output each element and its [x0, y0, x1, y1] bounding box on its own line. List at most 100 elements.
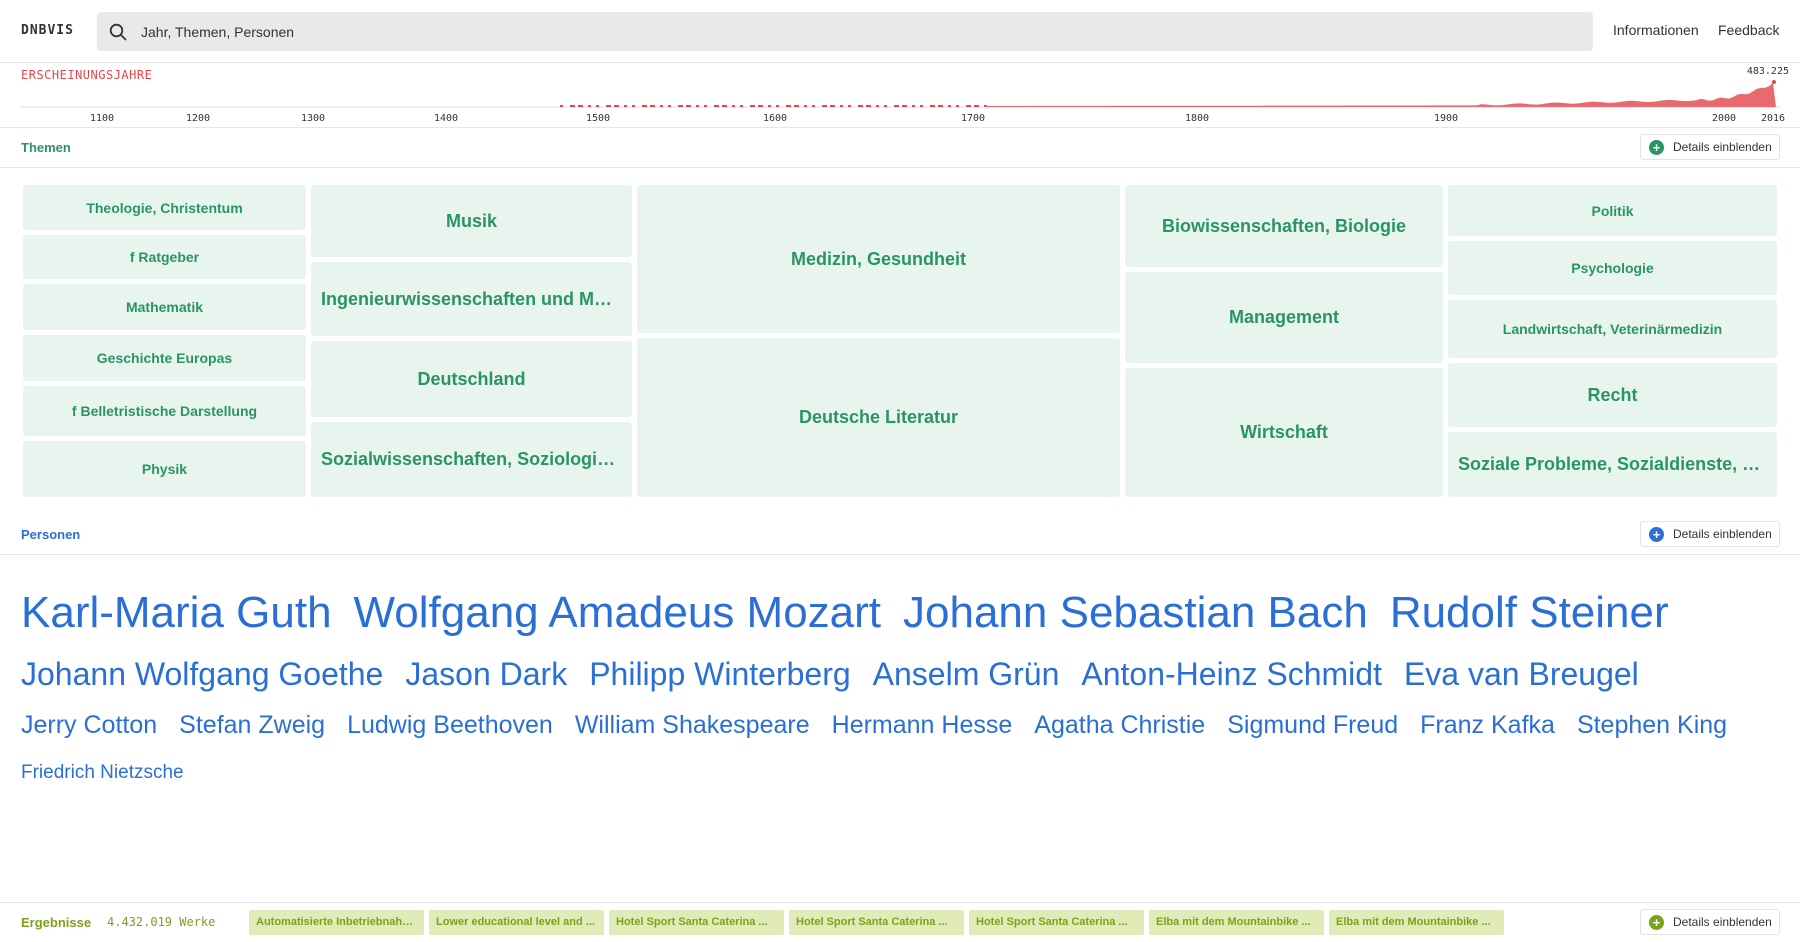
timeline-bar	[786, 105, 791, 107]
timeline-bar	[614, 105, 619, 107]
nav-informationen[interactable]: Informationen	[1613, 22, 1699, 38]
timeline-bar	[884, 105, 887, 107]
person-link[interactable]: Jerry Cotton	[21, 711, 157, 740]
details-label: Details einblenden	[1673, 915, 1772, 929]
theme-tile[interactable]: Medizin, Gesundheit	[637, 185, 1120, 333]
person-link[interactable]: Agatha Christie	[1034, 711, 1205, 740]
person-link[interactable]: Johann Wolfgang Goethe	[21, 656, 383, 693]
plus-circle-icon: +	[1649, 915, 1664, 930]
person-link[interactable]: Karl-Maria Guth	[21, 588, 332, 638]
theme-tile[interactable]: f Ratgeber	[23, 235, 306, 279]
timeline-bar	[660, 105, 663, 107]
timeline-bar	[624, 105, 627, 107]
details-label: Details einblenden	[1673, 140, 1772, 154]
ergebnisse-details-button[interactable]: + Details einblenden	[1640, 909, 1780, 935]
timeline-bar	[578, 105, 583, 107]
result-item[interactable]: Hotel Sport Santa Caterina ...	[609, 910, 784, 935]
search-box[interactable]	[97, 12, 1593, 51]
theme-tile[interactable]: Politik	[1448, 185, 1777, 236]
tick-label: 2016	[1760, 113, 1786, 124]
timeline-bar	[606, 105, 611, 107]
person-link[interactable]: Philipp Winterberg	[589, 656, 850, 693]
timeline-panel[interactable]: ERSCHEINUNGSJAHRE 483.225 1100 1200 1300…	[0, 63, 1800, 128]
timeline-bar	[560, 105, 563, 107]
app-logo[interactable]: DNBVIS	[21, 23, 74, 38]
theme-tile[interactable]: Ingenieurwissenschaften und Maschinenbau	[311, 262, 632, 336]
timeline-bar	[588, 105, 591, 107]
tick-label: 1700	[960, 113, 986, 124]
theme-tile[interactable]: Theologie, Christentum	[23, 185, 306, 230]
personen-header: Personen + Details einblenden	[0, 515, 1800, 555]
timeline-bar	[642, 105, 647, 107]
person-link[interactable]: Stephen King	[1577, 711, 1727, 740]
person-link[interactable]: Eva van Breugel	[1404, 656, 1639, 693]
timeline-area	[985, 82, 1776, 107]
person-link[interactable]: Wolfgang Amadeus Mozart	[354, 588, 881, 638]
personen-details-button[interactable]: + Details einblenden	[1640, 521, 1780, 547]
theme-tile[interactable]: Recht	[1448, 363, 1777, 427]
timeline-title: ERSCHEINUNGSJAHRE	[21, 68, 153, 82]
nav-feedback[interactable]: Feedback	[1718, 22, 1779, 38]
theme-tile[interactable]: Deutsche Literatur	[637, 338, 1120, 497]
search-input[interactable]	[141, 12, 1561, 51]
timeline-histogram[interactable]	[0, 63, 1800, 128]
tick-label: 2000	[1711, 113, 1737, 124]
person-link[interactable]: Johann Sebastian Bach	[903, 588, 1368, 638]
person-link[interactable]: Anselm Grün	[873, 656, 1060, 693]
person-link[interactable]: Sigmund Freud	[1227, 711, 1398, 740]
timeline-bar	[758, 105, 763, 107]
person-link[interactable]: Stefan Zweig	[179, 711, 325, 740]
theme-tile[interactable]: Landwirtschaft, Veterinärmedizin	[1448, 300, 1777, 358]
themen-details-button[interactable]: + Details einblenden	[1640, 134, 1780, 160]
theme-tile[interactable]: Sozialwissenschaften, Soziologie, Anthro…	[311, 422, 632, 497]
timeline-bar	[776, 105, 779, 107]
timeline-max-value: 483.225	[1746, 66, 1789, 77]
theme-tile[interactable]: f Belletristische Darstellung	[23, 386, 306, 436]
result-item[interactable]: Automatisierte Inbetriebnahme	[249, 910, 424, 935]
result-item[interactable]: Elba mit dem Mountainbike ...	[1329, 910, 1504, 935]
tick-label: 1300	[300, 113, 326, 124]
timeline-bar	[596, 105, 599, 107]
person-link[interactable]: Franz Kafka	[1420, 711, 1555, 740]
result-item[interactable]: Elba mit dem Mountainbike ...	[1149, 910, 1324, 935]
timeline-bar	[714, 105, 719, 107]
timeline-bar	[848, 105, 851, 107]
theme-tile[interactable]: Geschichte Europas	[23, 335, 306, 381]
timeline-bar	[858, 105, 863, 107]
themen-header: Themen + Details einblenden	[0, 128, 1800, 168]
theme-tile[interactable]: Musik	[311, 185, 632, 257]
theme-tile[interactable]: Biowissenschaften, Biologie	[1125, 185, 1443, 267]
timeline-bar	[750, 105, 755, 107]
timeline-bar	[704, 105, 707, 107]
ergebnisse-count: 4.432.019 Werke	[107, 915, 216, 929]
timeline-bar	[830, 105, 835, 107]
person-link[interactable]: Ludwig Beethoven	[347, 711, 553, 740]
timeline-bar	[822, 105, 827, 107]
person-link[interactable]: Jason Dark	[405, 656, 567, 693]
result-item[interactable]: Hotel Sport Santa Caterina ...	[789, 910, 964, 935]
timeline-max-marker	[1772, 80, 1776, 84]
result-item[interactable]: Lower educational level and ...	[429, 910, 604, 935]
theme-tile[interactable]: Physik	[23, 441, 306, 497]
person-link[interactable]: Anton-Heinz Schmidt	[1081, 656, 1382, 693]
person-link[interactable]: Hermann Hesse	[832, 711, 1013, 740]
timeline-bar	[740, 105, 743, 107]
timeline-bar	[930, 105, 935, 107]
theme-tile[interactable]: Mathematik	[23, 284, 306, 330]
timeline-bar	[732, 105, 735, 107]
theme-tile[interactable]: Psychologie	[1448, 241, 1777, 295]
theme-tile[interactable]: Soziale Probleme, Sozialdienste, Versich…	[1448, 432, 1777, 497]
person-link[interactable]: William Shakespeare	[575, 711, 810, 740]
timeline-bar	[812, 105, 815, 107]
plus-circle-icon: +	[1649, 527, 1664, 542]
top-bar: DNBVIS Informationen Feedback	[0, 0, 1800, 63]
person-link[interactable]: Friedrich Nietzsche	[21, 762, 184, 784]
theme-tile[interactable]: Wirtschaft	[1125, 368, 1443, 497]
timeline-bar	[938, 105, 943, 107]
theme-tile[interactable]: Management	[1125, 272, 1443, 363]
person-link[interactable]: Rudolf Steiner	[1390, 588, 1669, 638]
result-item[interactable]: Hotel Sport Santa Caterina ...	[969, 910, 1144, 935]
tick-label: 1600	[762, 113, 788, 124]
tick-label: 1400	[433, 113, 459, 124]
theme-tile[interactable]: Deutschland	[311, 341, 632, 417]
